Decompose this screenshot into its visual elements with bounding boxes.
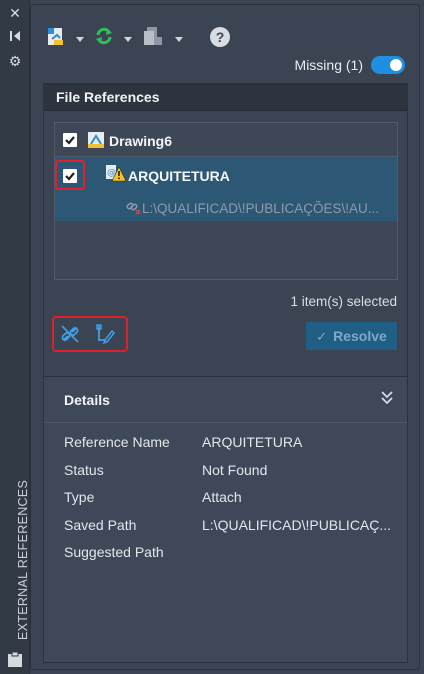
close-icon[interactable]: ✕ (7, 6, 23, 22)
palette-title: EXTERNAL REFERENCES (16, 479, 30, 640)
xref-panel: ? Missing (1) File References Drawing6 @… (30, 4, 420, 670)
help-icon[interactable]: ? (210, 27, 230, 47)
arquitetura-path: L:\QUALIFICAD\!PUBLICAÇÕES\!AU... (142, 201, 380, 216)
drawing6-label: Drawing6 (109, 133, 173, 149)
prop-label-saved-path: Saved Path (64, 517, 137, 533)
clipboard-icon (6, 650, 24, 668)
file-references-header: File References (44, 84, 407, 111)
selected-count: 1 item(s) selected (290, 294, 397, 309)
prop-value-type: Attach (202, 489, 242, 505)
refresh-icon[interactable] (93, 25, 117, 49)
broken-link-icon (125, 199, 141, 215)
detach-link-icon[interactable] (59, 323, 81, 345)
settings-icon[interactable]: ⚙ (7, 54, 23, 70)
prop-label-type: Type (64, 489, 95, 505)
missing-toggle[interactable] (371, 56, 405, 74)
check-icon: ✓ (316, 329, 328, 344)
prop-value-reference-name: ARQUITETURA (202, 434, 303, 450)
prop-label-reference-name: Reference Name (64, 434, 170, 450)
arquitetura-label: ARQUITETURA (128, 168, 230, 184)
refresh-dropdown-caret[interactable] (124, 37, 132, 42)
file-references-section: File References Drawing6 @ ARQUITETURA L… (43, 83, 408, 663)
missing-filter: Missing (1) (295, 55, 405, 75)
prop-label-suggested-path: Suggested Path (64, 544, 164, 560)
prop-value-saved-path: L:\QUALIFICAD\!PUBLICAÇ... (202, 517, 392, 533)
palette-strip: ✕ ⚙ EXTERNAL REFERENCES (0, 0, 30, 674)
prop-label-status: Status (64, 462, 104, 478)
attach-dwg-icon[interactable] (45, 25, 69, 49)
xref-tree: Drawing6 @ ARQUITETURA L:\QUALIFICAD\!PU… (54, 122, 398, 280)
action-icons-annotation-box (52, 316, 128, 352)
splitter-grip[interactable] (186, 368, 266, 381)
details-header[interactable]: Details (44, 377, 407, 423)
chevron-double-down-icon[interactable] (379, 389, 395, 407)
prop-value-status: Not Found (202, 462, 268, 478)
drawing6-checkbox[interactable] (63, 133, 77, 147)
resolve-label: Resolve (333, 328, 387, 344)
tree-row-drawing6[interactable]: Drawing6 (55, 123, 397, 157)
edit-path-icon[interactable] (94, 323, 116, 345)
drawing-icon (85, 129, 107, 151)
tree-row-arquitetura[interactable]: @ ARQUITETURA L:\QUALIFICAD\!PUBLICAÇÕES… (55, 157, 397, 221)
change-path-icon[interactable] (141, 25, 167, 49)
resolve-button[interactable]: ✓ Resolve (306, 322, 397, 350)
checkbox-annotation-box (55, 160, 85, 190)
missing-label: Missing (1) (294, 57, 363, 73)
details-section: Details Reference Name ARQUITETURA Statu… (44, 376, 407, 662)
attach-dropdown-caret[interactable] (76, 37, 84, 42)
collapse-icon[interactable] (7, 30, 23, 46)
xref-warning-icon: @ (105, 163, 127, 185)
change-path-dropdown-caret[interactable] (175, 37, 183, 42)
details-title: Details (64, 392, 110, 408)
